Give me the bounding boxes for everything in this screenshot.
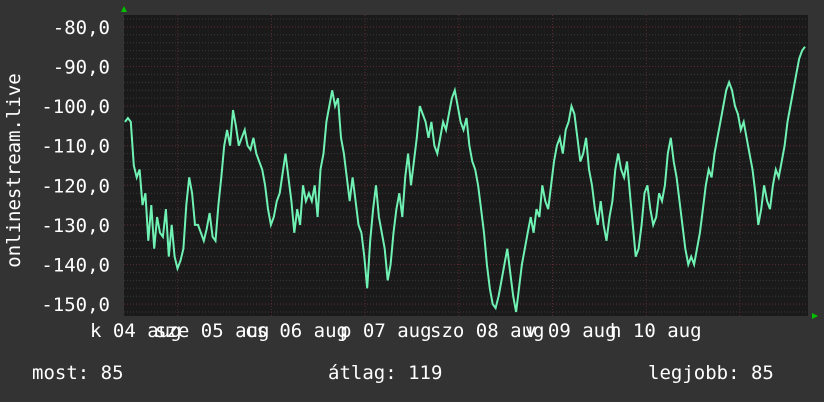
x-axis-ticks: k 04 augsze 05 augcs 06 augp 07 augszo 0… [90, 320, 702, 342]
stat-current: most: 85 [32, 362, 124, 384]
y-axis-label: onlinestream.live [3, 73, 25, 267]
x-tick-label: v 09 aug [525, 320, 617, 342]
y-tick-label: -90,0 [53, 56, 110, 78]
y-tick-label: -80,0 [53, 17, 110, 39]
y-tick-label: -100,0 [41, 96, 110, 118]
y-tick-label: -120,0 [41, 175, 110, 197]
stat-average: átlag: 119 [328, 362, 443, 384]
y-tick-label: -150,0 [41, 294, 110, 316]
y-tick-label: -130,0 [41, 215, 110, 237]
plot-background [124, 15, 808, 316]
x-tick-label: p 07 aug [340, 320, 432, 342]
chart: -80,0 -90,0 -100,0 -110,0 -120,0 -130,0 -140,0… [3, 6, 818, 342]
x-axis-arrow [812, 313, 818, 319]
stat-max: legjobb: 85 [648, 362, 774, 384]
stats-bar: most: 85 átlag: 119 legjobb: 85 [0, 362, 824, 390]
y-axis-arrow [121, 6, 127, 12]
x-tick-label: cs 06 aug [245, 320, 348, 342]
y-tick-label: -110,0 [41, 136, 110, 158]
x-tick-label: h 10 aug [610, 320, 702, 342]
y-tick-label: -140,0 [41, 255, 110, 277]
